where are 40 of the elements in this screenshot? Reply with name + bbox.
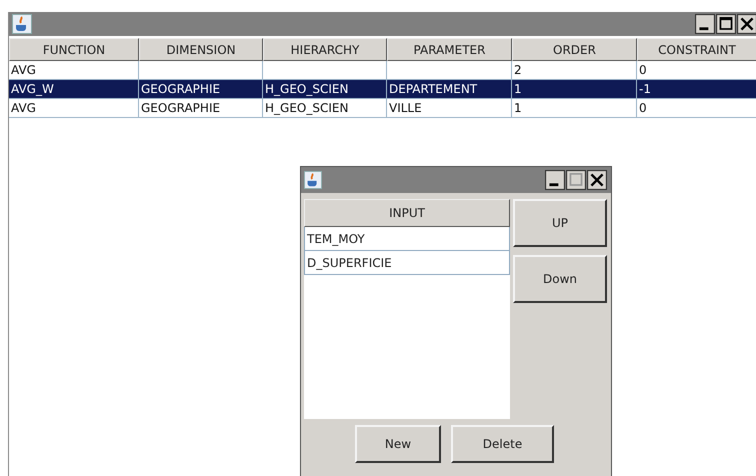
maximize-icon[interactable] — [566, 170, 586, 190]
table-row[interactable]: AVG_W GEOGRAPHIE H_GEO_SCIEN DEPARTEMENT 1 -1 — [9, 80, 756, 99]
close-icon[interactable] — [737, 14, 756, 34]
maximize-icon[interactable] — [716, 14, 736, 34]
list-row[interactable]: D_SUPERFICIE — [304, 251, 510, 275]
cup-icon — [12, 14, 32, 34]
column-header[interactable]: INPUT — [304, 199, 510, 227]
table-cell: D_SUPERFICIE — [307, 256, 392, 270]
table-cell: 1 — [514, 101, 522, 115]
move-button[interactable]: UP — [513, 199, 607, 247]
table-cell: H_GEO_SCIEN — [265, 82, 348, 96]
column-header[interactable]: CONSTRAINT — [637, 38, 756, 61]
table-cell: 1 — [514, 82, 522, 96]
cup-icon — [304, 171, 322, 189]
table-cell: GEOGRAPHIE — [141, 82, 220, 96]
table-cell: AVG_W — [11, 82, 54, 96]
table-cell: 0 — [639, 63, 647, 77]
list-row[interactable]: TEM_MOY — [304, 227, 510, 251]
table-row[interactable]: AVG GEOGRAPHIE H_GEO_SCIEN VILLE 1 0 — [9, 99, 756, 118]
minimize-icon[interactable] — [695, 14, 715, 34]
table-cell: DEPARTEMENT — [389, 82, 478, 96]
table-cell: 2 — [514, 63, 522, 77]
action-button[interactable]: New — [355, 425, 441, 463]
move-button[interactable]: Down — [513, 255, 607, 303]
column-header[interactable]: DIMENSION — [139, 38, 263, 61]
column-header[interactable]: FUNCTION — [9, 38, 139, 61]
table-cell: AVG — [11, 63, 36, 77]
table-cell: GEOGRAPHIE — [141, 101, 220, 115]
minimize-icon[interactable] — [545, 170, 565, 190]
close-icon[interactable] — [587, 170, 607, 190]
table-cell: VILLE — [389, 101, 422, 115]
table-cell: H_GEO_SCIEN — [265, 101, 348, 115]
table-cell: AVG — [11, 101, 36, 115]
table-cell: 0 — [639, 101, 647, 115]
column-header[interactable]: ORDER — [512, 38, 637, 61]
action-button[interactable]: Delete — [451, 425, 554, 463]
column-header[interactable]: HIERARCHY — [263, 38, 387, 61]
table-cell: TEM_MOY — [307, 232, 365, 246]
column-header[interactable]: PARAMETER — [387, 38, 512, 61]
table-cell: -1 — [639, 82, 651, 96]
